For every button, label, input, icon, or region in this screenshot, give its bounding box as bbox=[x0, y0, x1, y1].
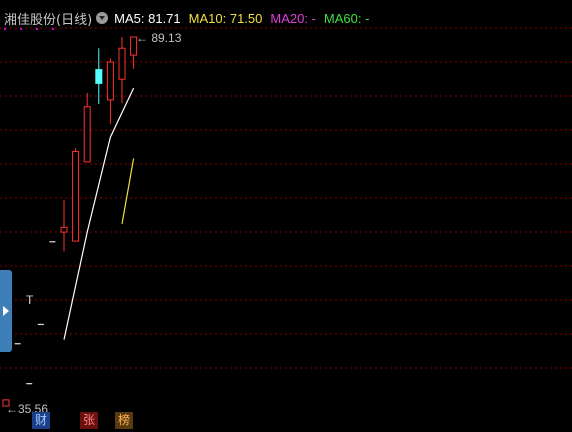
candle[interactable] bbox=[60, 199, 68, 252]
candle[interactable] bbox=[106, 58, 114, 124]
limit-up-tag[interactable]: 张 bbox=[80, 412, 98, 429]
candle-body bbox=[83, 106, 91, 163]
candle[interactable] bbox=[118, 37, 126, 104]
kline-chart[interactable] bbox=[0, 0, 572, 432]
candle-body bbox=[118, 47, 126, 80]
candle-body bbox=[60, 226, 68, 233]
candle-body bbox=[106, 61, 114, 101]
expand-panel-button[interactable] bbox=[0, 270, 12, 352]
ma10-label: MA10: 71.50 bbox=[188, 10, 263, 26]
ma20-label: MA20: - bbox=[270, 10, 316, 26]
ma5-label: MA5: 81.71 bbox=[114, 10, 181, 26]
ma60-label: MA60: - bbox=[323, 10, 370, 26]
stock-name[interactable]: 湘佳股份(日线) bbox=[4, 9, 92, 28]
t-marker: T bbox=[26, 293, 34, 307]
finance-tag[interactable]: 财 bbox=[32, 412, 50, 429]
candle[interactable] bbox=[72, 148, 80, 242]
candle-body bbox=[72, 151, 80, 242]
chevron-down-icon[interactable] bbox=[96, 12, 109, 24]
candle-body bbox=[95, 69, 103, 84]
header-underline-dots bbox=[4, 28, 54, 30]
chart-header: 湘佳股份(日线) MA5: 81.71 MA10: 71.50 MA20: - … bbox=[4, 9, 377, 28]
arrow-left-icon: ← bbox=[6, 402, 18, 416]
ranking-tag[interactable]: 榜 bbox=[115, 412, 133, 429]
high-price-label: ← 89.13 bbox=[136, 31, 182, 45]
ma10-line bbox=[121, 158, 135, 224]
candle[interactable] bbox=[83, 93, 91, 163]
arrow-left-icon: ← bbox=[136, 31, 148, 45]
